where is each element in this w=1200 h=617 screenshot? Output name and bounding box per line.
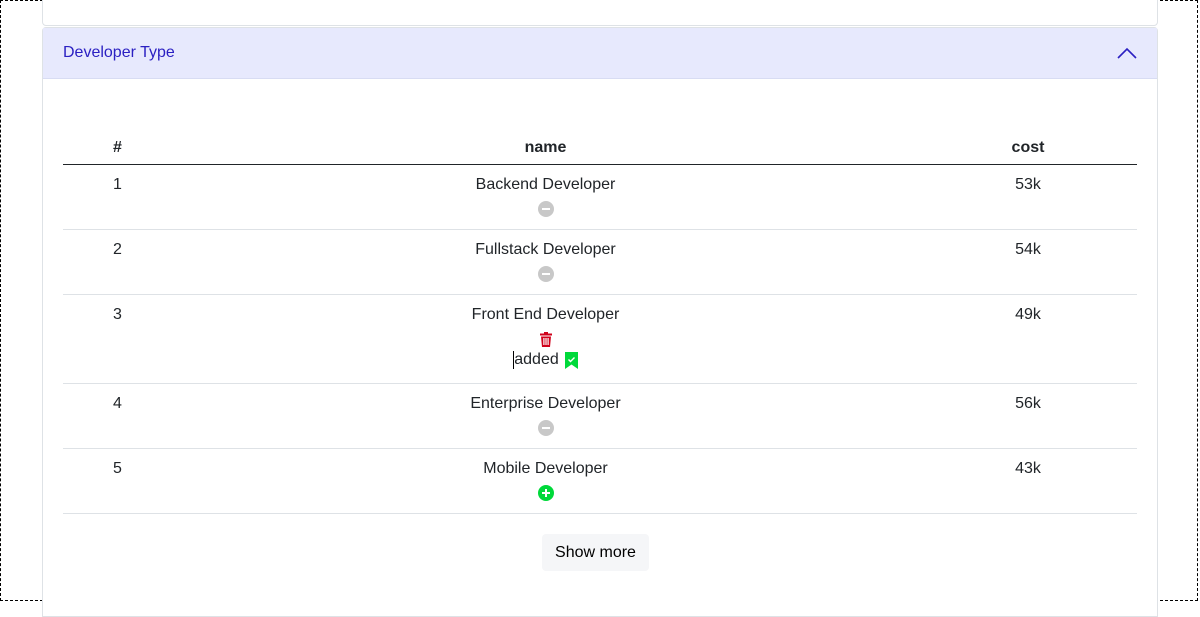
row-cost: 43k xyxy=(919,448,1137,514)
row-num: 4 xyxy=(63,383,172,449)
bookmark-check-icon[interactable] xyxy=(564,351,578,369)
table-row: 2 Fullstack Developer 54k xyxy=(63,229,1137,295)
row-num: 3 xyxy=(63,294,172,384)
row-cost: 54k xyxy=(919,229,1137,295)
row-num: 2 xyxy=(63,229,172,295)
developer-table-wrapper: # name cost 1 Backend Developer 53k 2 Fu… xyxy=(63,132,1137,514)
header-cost: cost xyxy=(919,132,1137,165)
row-cost: 49k xyxy=(919,294,1137,384)
row-cost: 53k xyxy=(919,164,1137,230)
table-row: 5 Mobile Developer 43k xyxy=(63,448,1137,514)
row-name: Enterprise Developer xyxy=(470,395,621,412)
accordion-title: Developer Type xyxy=(63,44,175,61)
table-row: 4 Enterprise Developer 56k xyxy=(63,383,1137,449)
developer-type-accordion: Developer Type # name cost 1 Backend Dev… xyxy=(42,27,1158,617)
table-row: 3 Front End Developer added 49k xyxy=(63,294,1137,384)
trash-icon[interactable] xyxy=(538,331,554,347)
accordion-header[interactable]: Developer Type xyxy=(43,28,1157,79)
previous-accordion-panel xyxy=(42,0,1158,26)
chevron-up-icon[interactable] xyxy=(1117,46,1137,60)
row-name: Mobile Developer xyxy=(483,460,608,477)
plus-circle-icon[interactable] xyxy=(537,485,554,501)
developer-table: # name cost 1 Backend Developer 53k 2 Fu… xyxy=(63,132,1137,514)
added-status: added xyxy=(513,351,578,369)
show-more-button[interactable]: Show more xyxy=(542,534,649,571)
row-name: Fullstack Developer xyxy=(475,241,616,258)
row-cost: 56k xyxy=(919,383,1137,449)
status-text: added xyxy=(514,351,559,368)
minus-circle-icon[interactable] xyxy=(537,266,554,282)
minus-circle-icon[interactable] xyxy=(537,420,554,436)
table-row: 1 Backend Developer 53k xyxy=(63,164,1137,230)
minus-circle-icon[interactable] xyxy=(537,201,554,217)
table-header-row: # name cost xyxy=(63,132,1137,165)
row-name: Front End Developer xyxy=(471,306,620,323)
row-name: Backend Developer xyxy=(475,176,616,193)
row-num: 1 xyxy=(63,164,172,230)
header-name: name xyxy=(172,132,919,165)
header-num: # xyxy=(63,132,172,165)
row-num: 5 xyxy=(63,448,172,514)
